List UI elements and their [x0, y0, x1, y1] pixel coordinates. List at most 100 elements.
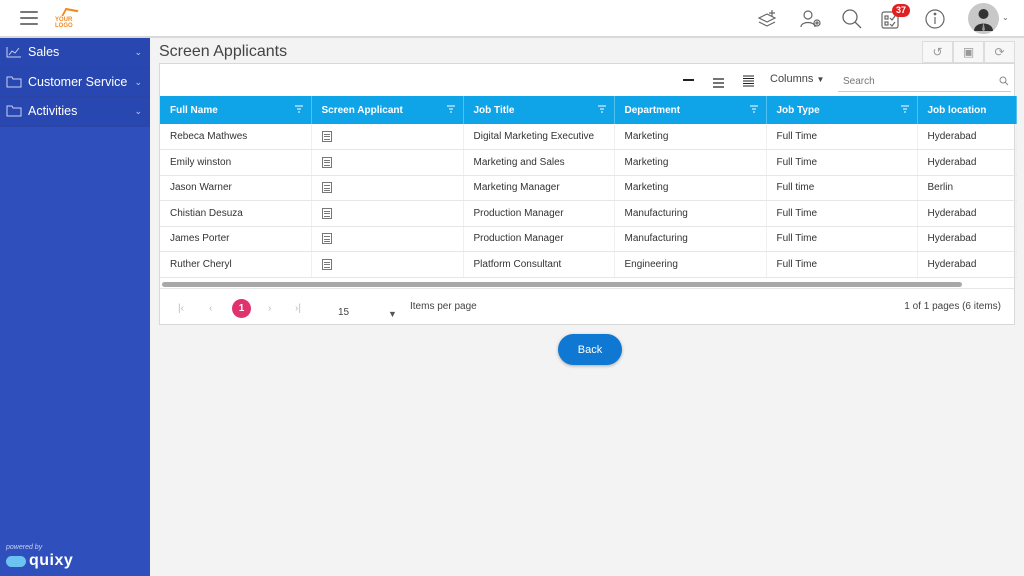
- column-label: Department: [624, 104, 681, 116]
- cell-screen-applicant: [311, 149, 464, 176]
- cell-job-location: Berlin: [917, 175, 1017, 201]
- brand-name: quixy: [29, 552, 74, 569]
- form-icon[interactable]: [321, 156, 332, 168]
- column-header-full-name[interactable]: Full Name: [160, 96, 312, 124]
- cell-job-title: Platform Consultant: [463, 251, 615, 278]
- tasks-icon[interactable]: 37: [880, 4, 911, 30]
- cell-screen-applicant: [311, 175, 464, 201]
- column-label: Screen Applicant: [321, 104, 403, 116]
- cell-screen-applicant: [311, 124, 464, 150]
- column-header-job-type[interactable]: Job Type: [766, 96, 918, 124]
- menu-icon[interactable]: [20, 11, 38, 25]
- form-icon[interactable]: [321, 207, 332, 219]
- search-input[interactable]: [838, 72, 1011, 92]
- cell-job-location: Hyderabad: [917, 251, 1017, 278]
- folder-icon: [6, 76, 22, 88]
- refresh-icon: ⟳: [994, 45, 1005, 59]
- filter-icon[interactable]: [749, 105, 758, 113]
- quixy-logo-icon: [6, 555, 26, 567]
- info-icon[interactable]: [924, 8, 946, 30]
- table-row[interactable]: Ruther Cheryl Platform Consultant Engineer…: [160, 251, 1017, 278]
- table-row[interactable]: Chistian Desuza Production Manager Manufac…: [160, 200, 1017, 227]
- user-settings-icon[interactable]: [800, 8, 822, 30]
- cell-job-type: Full time: [766, 175, 918, 201]
- sidebar-item-customer-service[interactable]: Customer Service ⌄: [0, 67, 150, 97]
- powered-by: powered by quixy: [6, 544, 73, 570]
- column-header-job-location[interactable]: Job location: [917, 96, 1017, 124]
- chevron-down-icon: ⌄: [134, 47, 142, 57]
- cell-department: Marketing: [614, 175, 767, 201]
- search-icon[interactable]: [841, 8, 863, 30]
- density-compact-icon[interactable]: [683, 79, 694, 81]
- save-icon: ▣: [962, 45, 975, 59]
- search-icon[interactable]: [999, 76, 1009, 86]
- form-icon[interactable]: [321, 233, 332, 245]
- next-page-button[interactable]: ›: [268, 303, 271, 314]
- save-button[interactable]: ▣: [953, 41, 984, 63]
- column-header-department[interactable]: Department: [614, 96, 767, 124]
- sidebar-item-sales[interactable]: Sales ⌄: [0, 38, 150, 68]
- filter-icon[interactable]: [446, 105, 455, 113]
- undo-button[interactable]: ↺: [922, 41, 953, 63]
- cell-job-type: Full Time: [766, 251, 918, 278]
- undo-icon: ↺: [932, 45, 943, 59]
- column-label: Job location: [927, 104, 987, 116]
- form-icon[interactable]: [321, 182, 332, 194]
- refresh-button[interactable]: ⟳: [984, 41, 1015, 63]
- chevron-down-icon: ⌄: [134, 76, 142, 87]
- pager: |‹ ‹ 1 › ›| 15 ▼ Items per page 1 of 1 p…: [160, 288, 1014, 325]
- horizontal-scrollbar[interactable]: [162, 282, 962, 287]
- table-row[interactable]: Rebeca Mathwes Digital Marketing Executiv…: [160, 124, 1017, 150]
- cell-department: Manufacturing: [614, 200, 767, 227]
- sidebar-item-label: Customer Service: [28, 74, 128, 89]
- cell-job-location: Hyderabad: [917, 200, 1017, 227]
- caret-down-icon[interactable]: ▼: [388, 309, 397, 319]
- column-header-screen-applicant[interactable]: Screen Applicant: [311, 96, 464, 124]
- cell-job-location: Hyderabad: [917, 226, 1017, 252]
- notification-badge: 37: [892, 4, 911, 17]
- cell-job-title: Production Manager: [463, 200, 615, 227]
- pager-info: 1 of 1 pages (6 items): [904, 301, 1001, 312]
- columns-dropdown[interactable]: Columns ▼: [770, 73, 824, 85]
- logo: YOUR LOGO: [55, 7, 87, 29]
- cell-full-name: Jason Warner: [160, 175, 312, 201]
- form-icon[interactable]: [321, 258, 332, 270]
- cell-full-name: James Porter: [160, 226, 312, 252]
- add-layers-icon[interactable]: [757, 8, 779, 30]
- cell-full-name: Rebeca Mathwes: [160, 124, 312, 150]
- folder-icon: [6, 105, 22, 117]
- back-button[interactable]: Back: [558, 334, 622, 365]
- cell-job-title: Marketing Manager: [463, 175, 615, 201]
- column-label: Job Title: [473, 104, 515, 116]
- table-row[interactable]: James Porter Production Manager Manufactur…: [160, 226, 1017, 252]
- density-large-icon[interactable]: [743, 74, 754, 92]
- table-row[interactable]: Emily winston Marketing and Sales Marketin…: [160, 149, 1017, 176]
- table-row[interactable]: Jason Warner Marketing Manager Marketing Fu…: [160, 175, 1017, 201]
- cell-job-type: Full Time: [766, 226, 918, 252]
- columns-label: Columns: [770, 73, 814, 85]
- filter-icon[interactable]: [294, 105, 303, 113]
- cell-department: Engineering: [614, 251, 767, 278]
- column-label: Full Name: [170, 104, 218, 116]
- page-size-select[interactable]: 15: [338, 307, 349, 318]
- applicants-grid: Columns ▼ Full Name Screen Applicant Job…: [159, 63, 1017, 325]
- page-1-button[interactable]: 1: [232, 299, 251, 318]
- powered-by-label: powered by: [6, 544, 43, 551]
- prev-page-button[interactable]: ‹: [209, 303, 212, 314]
- form-icon[interactable]: [321, 130, 332, 142]
- filter-icon[interactable]: [597, 105, 606, 113]
- column-header-job-title[interactable]: Job Title: [463, 96, 615, 124]
- cell-department: Marketing: [614, 124, 767, 150]
- sidebar-item-label: Activities: [28, 104, 78, 119]
- user-avatar[interactable]: [968, 3, 999, 34]
- cell-job-title: Production Manager: [463, 226, 615, 252]
- first-page-button[interactable]: |‹: [178, 303, 184, 314]
- grid-toolbar: Columns ▼: [160, 64, 1014, 96]
- chevron-down-icon[interactable]: ⌄: [1002, 13, 1009, 22]
- density-medium-icon[interactable]: [713, 75, 724, 93]
- cell-screen-applicant: [311, 200, 464, 227]
- cell-screen-applicant: [311, 226, 464, 252]
- last-page-button[interactable]: ›|: [295, 303, 301, 314]
- filter-icon[interactable]: [900, 105, 909, 113]
- sidebar-item-activities[interactable]: Activities ⌄: [0, 97, 150, 127]
